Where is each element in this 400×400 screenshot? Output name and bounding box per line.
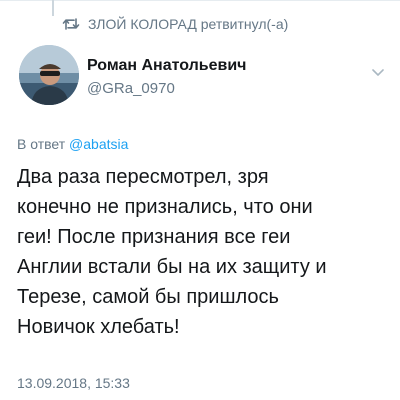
chevron-down-icon[interactable] <box>371 64 385 76</box>
tweet-line: конечно не признались, что они <box>17 196 313 218</box>
tweet-line: Новичок хлебать! <box>17 316 180 338</box>
tweet-line: Терезе, самой бы пришлось <box>17 286 279 308</box>
reply-prefix: В ответ <box>17 136 66 152</box>
tweet-screen: ЗЛОЙ КОЛОРАД ретвитнул(-а) Роман Анатоль… <box>0 0 400 400</box>
avatar[interactable] <box>19 45 79 105</box>
retweet-icon <box>62 17 80 31</box>
avatar-photo <box>19 45 79 105</box>
retweet-context[interactable]: ЗЛОЙ КОЛОРАД ретвитнул(-а) <box>62 14 288 34</box>
reply-context: В ответ @abatsia <box>17 136 128 152</box>
tweet-timestamp[interactable]: 13.09.2018, 15:33 <box>17 375 130 391</box>
user-handle[interactable]: @GRa_0970 <box>87 80 175 97</box>
tweet-text: Два раза пересмотрел, зря конечно не при… <box>17 162 389 342</box>
tweet-line: Англии встали бы на их защиту и <box>17 256 327 278</box>
display-name[interactable]: Роман Анатольевич <box>87 57 246 75</box>
tweet-line: Два раза пересмотрел, зря <box>17 166 269 188</box>
top-divider <box>0 0 400 1</box>
tweet-line: геи! После признания все геи <box>17 226 291 248</box>
thread-connector-line <box>52 0 54 16</box>
retweet-label: ЗЛОЙ КОЛОРАД ретвитнул(-а) <box>88 16 289 32</box>
reply-mention-link[interactable]: @abatsia <box>69 136 128 152</box>
